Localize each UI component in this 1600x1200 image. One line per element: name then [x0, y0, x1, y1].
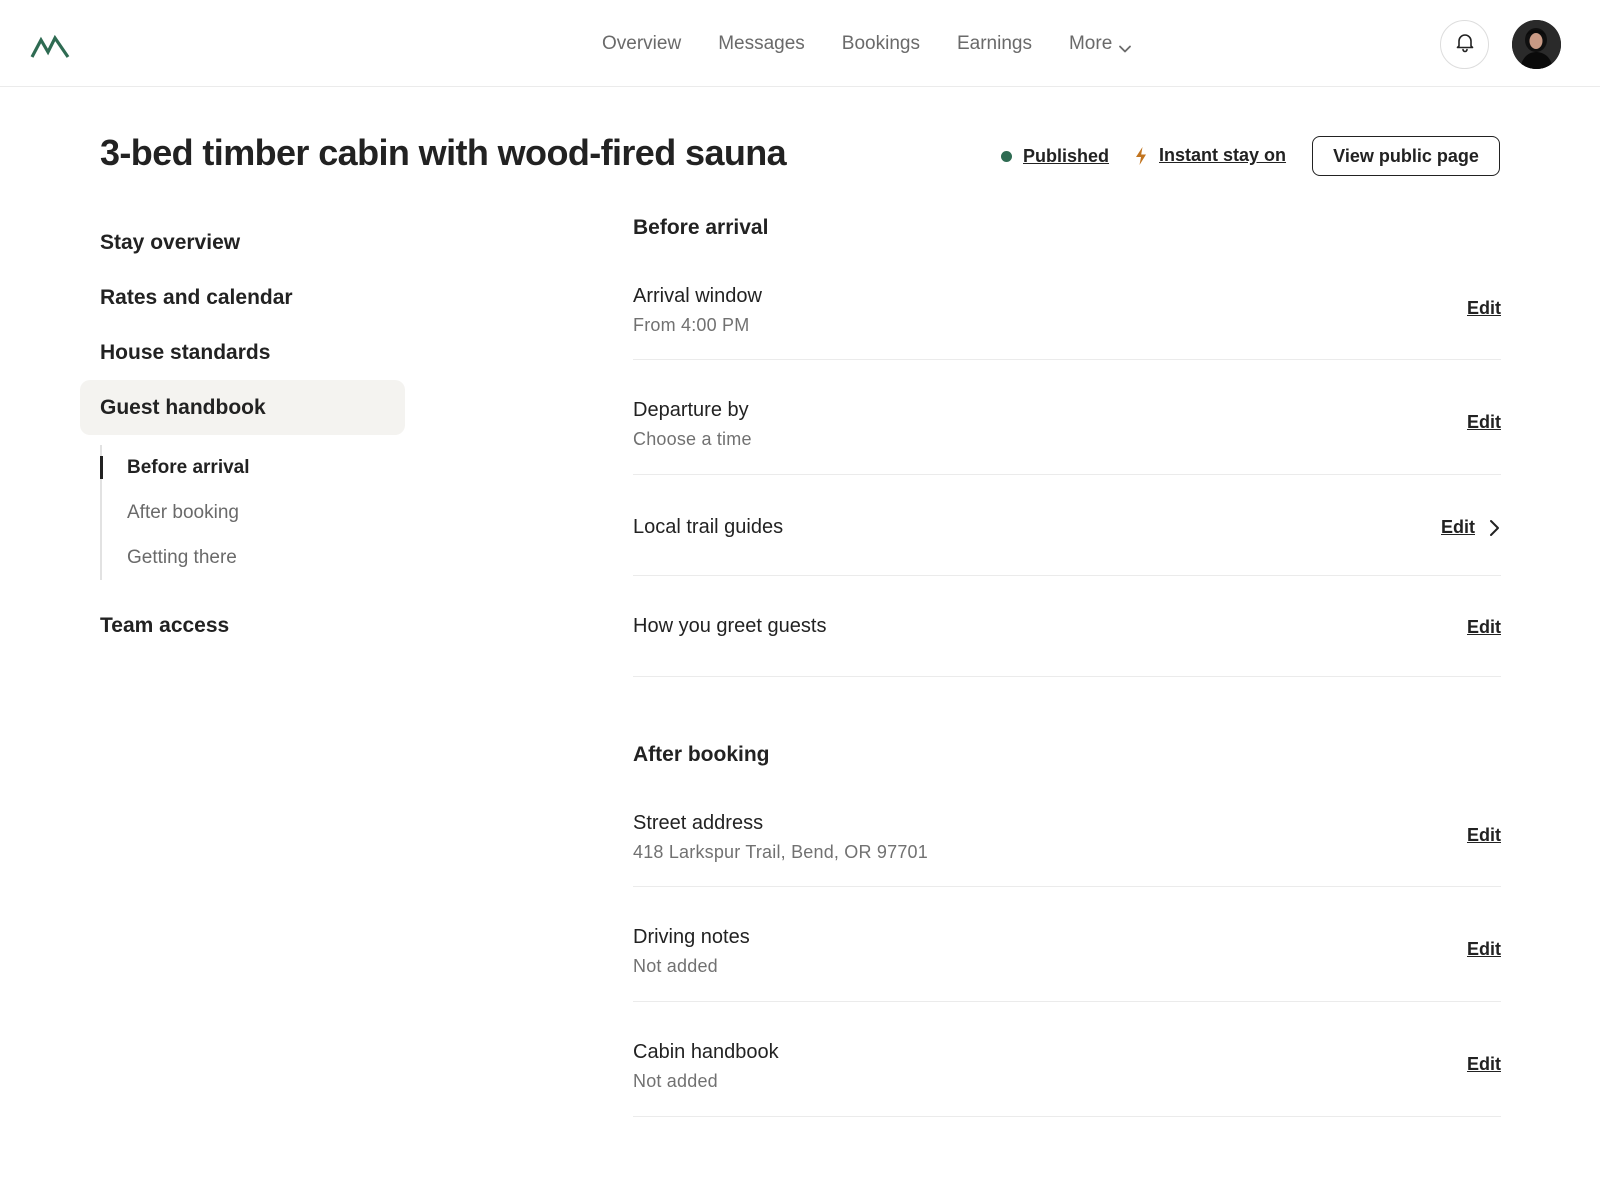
setting-value: From 4:00 PM	[633, 315, 750, 335]
nav-earnings-label: Earnings	[956, 33, 1032, 54]
nav-earnings[interactable]: Earnings	[957, 30, 1032, 58]
published-status[interactable]: Published	[1001, 146, 1109, 167]
guest-handbook-subnav: Before arrival After booking Getting the…	[100, 445, 405, 580]
lightning-bolt-icon	[1133, 146, 1149, 166]
chevron-right-icon[interactable]	[1487, 519, 1501, 537]
sidebar-item-guest-handbook[interactable]: Guest handbook	[80, 380, 405, 435]
setting-value: Not added	[633, 1071, 718, 1091]
edit-departure-by-link[interactable]: Edit	[1467, 412, 1501, 433]
setting-row-street-address: Street address 418 Larkspur Trail, Bend,…	[633, 772, 1501, 887]
setting-row-local-trail-guides[interactable]: Local trail guides Edit	[633, 475, 1501, 576]
nav-more-label: More	[1068, 33, 1113, 54]
nav-messages[interactable]: Messages	[718, 30, 805, 58]
nav-overview-label: Overview	[602, 33, 682, 54]
edit-cabin-handbook-link[interactable]: Edit	[1467, 1054, 1501, 1075]
setting-label: Local trail guides	[633, 516, 784, 538]
instant-stay-link[interactable]: Instant stay on	[1159, 145, 1286, 166]
status-dot-icon	[1001, 151, 1012, 162]
edit-greet-guests-link[interactable]: Edit	[1467, 617, 1501, 638]
nav-bookings[interactable]: Bookings	[842, 30, 920, 58]
edit-driving-notes-link[interactable]: Edit	[1467, 939, 1501, 960]
sidebar-item-house-standards[interactable]: House standards	[80, 325, 405, 380]
bell-icon	[1454, 31, 1476, 58]
mountain-logo-icon[interactable]	[30, 30, 70, 60]
top-navigation-bar: Overview Messages Bookings Earnings More	[0, 0, 1600, 87]
settings-sidebar: Stay overview Rates and calendar House s…	[80, 215, 405, 653]
edit-street-address-link[interactable]: Edit	[1467, 825, 1501, 846]
setting-label: How you greet guests	[633, 615, 827, 637]
main-nav: Overview Messages Bookings Earnings More	[602, 30, 1169, 58]
edit-local-trail-guides-link[interactable]: Edit	[1441, 517, 1475, 538]
setting-label: Driving notes	[633, 926, 750, 948]
page-title: 3-bed timber cabin with wood-fired sauna	[100, 132, 787, 173]
subnav-after-booking[interactable]: After booking	[127, 490, 405, 535]
setting-row-how-you-greet-guests: How you greet guests Edit	[633, 576, 1501, 677]
view-public-page-button[interactable]: View public page	[1312, 136, 1500, 176]
published-link[interactable]: Published	[1023, 146, 1109, 167]
chevron-down-icon	[1118, 37, 1132, 53]
sidebar-item-team-access[interactable]: Team access	[80, 598, 405, 653]
guest-handbook-content: Before arrival Arrival window From 4:00 …	[633, 210, 1501, 1117]
setting-row-cabin-handbook: Cabin handbook Not added Edit	[633, 1002, 1501, 1117]
setting-label: Cabin handbook	[633, 1041, 779, 1063]
edit-arrival-window-link[interactable]: Edit	[1467, 298, 1501, 319]
setting-row-arrival-window: Arrival window From 4:00 PM Edit	[633, 245, 1501, 360]
setting-row-departure-by: Departure by Choose a time Edit	[633, 360, 1501, 475]
nav-more-dropdown[interactable]: More	[1069, 30, 1132, 58]
nav-overview[interactable]: Overview	[602, 30, 681, 58]
nav-messages-label: Messages	[718, 33, 805, 54]
sidebar-item-rates-and-calendar[interactable]: Rates and calendar	[80, 270, 405, 325]
section-heading-after-booking: After booking	[633, 742, 770, 766]
section-heading-before-arrival: Before arrival	[633, 215, 769, 239]
setting-label: Street address	[633, 812, 764, 834]
setting-label: Departure by	[633, 399, 749, 421]
edit-local-trail-guides-group: Edit	[1441, 517, 1501, 538]
setting-value: Not added	[633, 956, 718, 976]
nav-bookings-label: Bookings	[841, 33, 920, 54]
sidebar-item-stay-overview[interactable]: Stay overview	[80, 215, 405, 270]
subnav-getting-there[interactable]: Getting there	[127, 535, 405, 580]
notifications-button[interactable]	[1440, 20, 1489, 69]
setting-label: Arrival window	[633, 285, 762, 307]
setting-value: 418 Larkspur Trail, Bend, OR 97701	[633, 842, 928, 862]
subnav-before-arrival[interactable]: Before arrival	[100, 445, 405, 490]
instant-stay-status[interactable]: Instant stay on	[1133, 145, 1286, 166]
user-avatar[interactable]	[1512, 20, 1561, 69]
setting-value: Choose a time	[633, 429, 752, 449]
setting-row-driving-notes: Driving notes Not added Edit	[633, 887, 1501, 1002]
